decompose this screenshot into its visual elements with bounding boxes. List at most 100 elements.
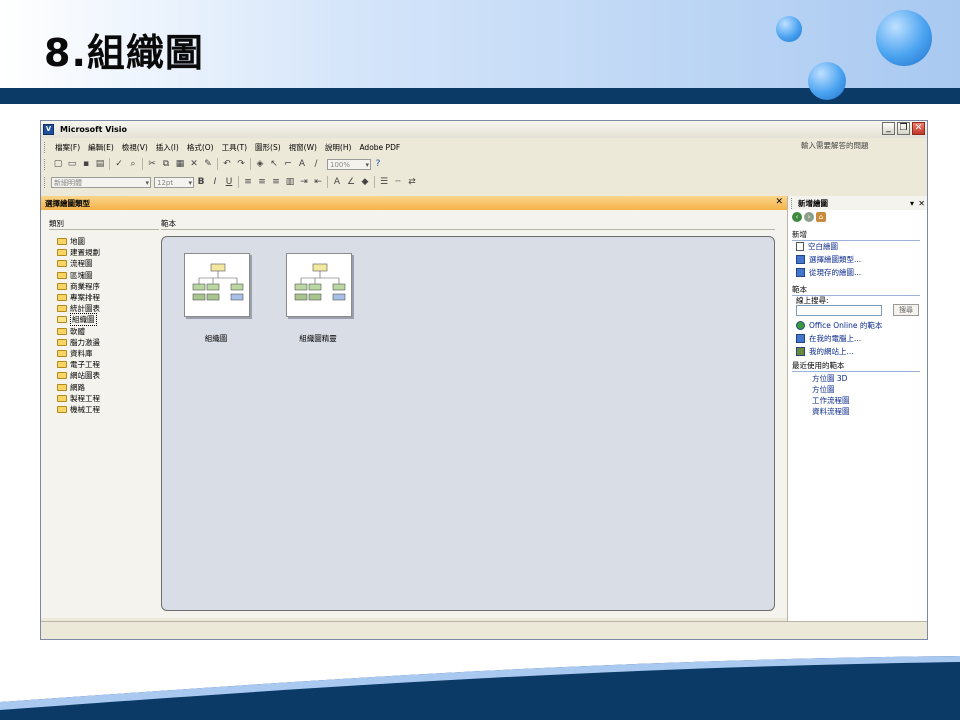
back-icon[interactable]: ‹ — [792, 212, 802, 222]
line-tool-icon[interactable]: ∕ — [310, 158, 322, 170]
italic-icon[interactable]: I — [209, 176, 221, 188]
category-item[interactable]: 商業程序 — [57, 281, 100, 292]
new-icon[interactable]: ▢ — [52, 158, 64, 170]
fill-color-icon[interactable]: ◆ — [359, 176, 371, 188]
print-icon[interactable]: ▤ — [94, 158, 106, 170]
blank-drawing-link[interactable]: 空白繪圖 — [796, 241, 838, 252]
pointer-icon[interactable]: ↖ — [268, 158, 280, 170]
from-existing-link[interactable]: 從現存的繪圖... — [796, 267, 861, 278]
connector-icon[interactable]: ⌐ — [282, 158, 294, 170]
category-item[interactable]: 腦力激盪 — [57, 337, 100, 348]
line-color-icon[interactable]: ∠ — [345, 176, 357, 188]
category-item[interactable]: 網站圖表 — [57, 370, 100, 381]
template-org-chart-label[interactable]: 組織圖 — [176, 333, 256, 344]
category-item[interactable]: 製程工程 — [57, 393, 100, 404]
menu-edit[interactable]: 編輯(E) — [84, 142, 118, 153]
research-icon[interactable]: ⌕ — [127, 158, 139, 170]
task-pane-grip[interactable] — [791, 197, 795, 209]
category-item[interactable]: 網路 — [57, 381, 100, 392]
outdent-icon[interactable]: ⇤ — [312, 176, 324, 188]
help-question-box[interactable]: 輸入需要解答的問題 — [801, 140, 923, 152]
font-combo[interactable]: 新細明體 — [51, 176, 151, 189]
menu-help[interactable]: 說明(H) — [321, 142, 356, 153]
line-weight-icon[interactable]: ☰ — [378, 176, 390, 188]
menu-insert[interactable]: 插入(I) — [152, 142, 183, 153]
line-ends-icon[interactable]: ⇄ — [406, 176, 418, 188]
toolbar-grip[interactable] — [44, 158, 48, 170]
menu-tools[interactable]: 工具(T) — [218, 142, 251, 153]
category-label-text: 建置規劃 — [70, 248, 100, 258]
on-my-computer-link[interactable]: 在我的電腦上... — [796, 333, 861, 344]
text-tool-icon[interactable]: A — [296, 158, 308, 170]
home-icon[interactable]: ⌂ — [816, 212, 826, 222]
category-label-text: 網路 — [70, 382, 85, 392]
template-org-chart-wizard[interactable] — [286, 253, 352, 317]
shapes-icon[interactable]: ◈ — [254, 158, 266, 170]
chevron-down-icon[interactable]: ▾ — [910, 199, 914, 208]
window-title: Microsoft Visio — [60, 125, 128, 134]
on-my-web-sites-link[interactable]: 我的網站上... — [796, 346, 854, 357]
close-icon[interactable]: ✕ — [775, 197, 783, 207]
folder-icon — [57, 294, 67, 302]
template-org-chart[interactable] — [184, 253, 250, 317]
category-item[interactable]: 軟體 — [57, 326, 100, 337]
bold-icon[interactable]: B — [195, 176, 207, 188]
online-search-input[interactable] — [796, 305, 882, 316]
menu-window[interactable]: 視窗(W) — [285, 142, 321, 153]
category-label-text: 網站圖表 — [70, 371, 100, 381]
category-item[interactable]: 區塊圖 — [57, 270, 100, 281]
copy-icon[interactable]: ⧉ — [160, 158, 172, 170]
menu-view[interactable]: 檢視(V) — [118, 142, 152, 153]
category-item[interactable]: 資料庫 — [57, 348, 100, 359]
minimize-button[interactable]: _ — [882, 122, 895, 135]
category-item[interactable]: 建置規劃 — [57, 247, 100, 258]
redo-icon[interactable]: ↷ — [235, 158, 247, 170]
category-item[interactable]: 地圖 — [57, 236, 100, 247]
spelling-icon[interactable]: ✓ — [113, 158, 125, 170]
category-item[interactable]: 流程圖 — [57, 258, 100, 269]
restore-button[interactable]: ❐ — [897, 122, 910, 135]
menu-file[interactable]: 檔案(F) — [51, 142, 84, 153]
forward-icon[interactable]: › — [804, 212, 814, 222]
template-org-chart-wizard-label[interactable]: 組織圖精靈 — [278, 333, 358, 344]
office-online-templates-link[interactable]: Office Online 的範本 — [796, 320, 882, 331]
recent-template-link[interactable]: 資料流程圖 — [812, 406, 850, 417]
menu-adobe-pdf[interactable]: Adobe PDF — [355, 143, 404, 152]
recent-template-link[interactable]: 方位圖 3D — [812, 373, 847, 384]
indent-icon[interactable]: ⇥ — [298, 176, 310, 188]
choose-drawing-type-link[interactable]: 選擇繪圖類型... — [796, 254, 861, 265]
search-button[interactable]: 搜尋 — [893, 304, 919, 316]
font-color-icon[interactable]: A — [331, 176, 343, 188]
cut-icon[interactable]: ✂ — [146, 158, 158, 170]
delete-icon[interactable]: ✕ — [188, 158, 200, 170]
zoom-combo[interactable]: 100% — [327, 158, 371, 171]
menu-format[interactable]: 格式(O) — [183, 142, 218, 153]
category-item[interactable]: 專案排程 — [57, 292, 100, 303]
justify-icon[interactable]: ▥ — [284, 176, 296, 188]
underline-icon[interactable]: U — [223, 176, 235, 188]
toolbar-grip[interactable] — [44, 176, 48, 188]
close-window-button[interactable]: ✕ — [912, 122, 925, 135]
recent-template-link[interactable]: 工作流程圖 — [812, 395, 850, 406]
undo-icon[interactable]: ↶ — [221, 158, 233, 170]
menu-shape[interactable]: 圖形(S) — [251, 142, 285, 153]
line-pattern-icon[interactable]: ┄ — [392, 176, 404, 188]
category-item[interactable]: 電子工程 — [57, 359, 100, 370]
new-drawing-task-pane: 新增繪圖 ▾ ✕ ‹ › ⌂ 新增 空白繪圖 選擇繪圖類型... 從現存的繪圖.… — [787, 196, 927, 621]
existing-drawing-icon — [796, 268, 805, 277]
recent-template-link[interactable]: 方位圖 — [812, 384, 835, 395]
category-item-selected[interactable]: 組織圖 — [57, 313, 100, 327]
help-icon[interactable]: ? — [372, 158, 384, 170]
menu-grip[interactable] — [44, 141, 48, 153]
close-icon[interactable]: ✕ — [918, 199, 925, 208]
open-icon[interactable]: ▭ — [66, 158, 78, 170]
paste-icon[interactable]: ▦ — [174, 158, 186, 170]
font-size-combo[interactable]: 12pt — [154, 176, 194, 189]
save-icon[interactable]: ▪ — [80, 158, 92, 170]
category-item[interactable]: 機械工程 — [57, 404, 100, 415]
format-painter-icon[interactable]: ✎ — [202, 158, 214, 170]
align-center-icon[interactable]: ≡ — [256, 176, 268, 188]
align-right-icon[interactable]: ≡ — [270, 176, 282, 188]
align-left-icon[interactable]: ≡ — [242, 176, 254, 188]
standard-toolbar: ▢ ▭ ▪ ▤ ✓ ⌕ ✂ ⧉ ▦ ✕ ✎ ↶ ↷ ◈ ↖ ⌐ A ∕ 100%… — [41, 156, 501, 172]
